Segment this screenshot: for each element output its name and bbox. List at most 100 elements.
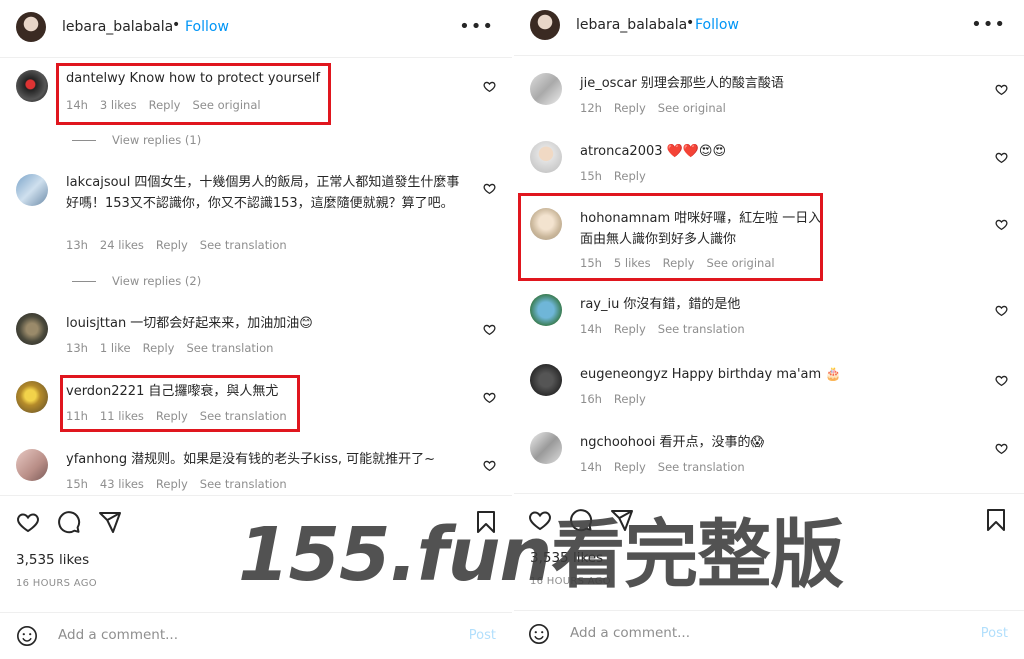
actions-divider (0, 495, 512, 496)
post-header: lebara_balabala • Follow ••• (514, 0, 1024, 56)
post-button[interactable]: Post (469, 628, 496, 643)
comment-text: 你沒有錯，錯的是他 (623, 297, 741, 312)
follow-button[interactable]: Follow (185, 19, 229, 35)
reply-button[interactable]: Reply (614, 460, 646, 474)
comment-time: 15h (66, 477, 88, 491)
see-translation-link[interactable]: See translation (200, 477, 287, 491)
comment-likes[interactable]: 1 like (100, 341, 131, 355)
commenter-username[interactable]: lakcajsoul (66, 175, 130, 190)
comment-likes[interactable]: 24 likes (100, 238, 144, 252)
author-avatar[interactable] (16, 12, 46, 42)
commenter-username[interactable]: atronca2003 (580, 144, 663, 159)
comment-body: louisjttan 一切都会好起来来，加油加油😊 (66, 313, 472, 334)
commenter-avatar[interactable] (16, 70, 48, 102)
comment-text: 别理会那些人的酸言酸语 (640, 76, 784, 91)
likes-count[interactable]: 3,535 likes (16, 552, 89, 568)
commenter-username[interactable]: louisjttan (66, 316, 126, 331)
reply-button[interactable]: Reply (614, 101, 646, 115)
heart-icon[interactable] (995, 83, 1008, 96)
commenter-avatar[interactable] (16, 174, 48, 206)
view-replies-button[interactable]: View replies (1) (72, 133, 201, 147)
heart-icon[interactable] (995, 374, 1008, 387)
comment-input[interactable] (56, 626, 440, 644)
commenter-avatar[interactable] (16, 449, 48, 481)
reply-button[interactable]: Reply (156, 477, 188, 491)
commenter-username[interactable]: jie_oscar (580, 76, 637, 91)
actions-divider (514, 493, 1024, 494)
heart-icon[interactable] (483, 323, 496, 336)
comment-time: 14h (580, 460, 602, 474)
watermark-brand: 155.fun (238, 512, 552, 598)
comment-input[interactable] (568, 624, 952, 642)
see-translation-link[interactable]: See translation (658, 322, 745, 336)
see-translation-link[interactable]: See translation (658, 460, 745, 474)
add-comment-bar: Post (514, 610, 1024, 657)
comment-body: ngchoohooi 看开点，没事的😱 (580, 432, 984, 453)
author-avatar[interactable] (530, 10, 560, 40)
comment-meta: 14h Reply See translation (580, 322, 757, 336)
share-icon[interactable] (98, 510, 122, 534)
reply-button[interactable]: Reply (143, 341, 175, 355)
commenter-username[interactable]: ngchoohooi (580, 435, 656, 450)
heart-icon[interactable] (483, 80, 496, 93)
commenter-avatar[interactable] (16, 381, 48, 413)
comment-body: atronca2003 ❤️❤️😍😍 (580, 141, 984, 162)
see-original-link[interactable]: See original (658, 101, 726, 115)
commenter-avatar[interactable] (530, 294, 562, 326)
heart-icon[interactable] (995, 151, 1008, 164)
comment-time: 13h (66, 341, 88, 355)
author-username[interactable]: lebara_balabala (62, 19, 173, 35)
comment-text: 看开点，没事的😱 (659, 435, 765, 450)
comment-text: Happy birthday ma'am 🎂 (671, 367, 842, 382)
see-translation-link[interactable]: See translation (186, 341, 273, 355)
comment-meta: 16h Reply (580, 392, 658, 406)
heart-icon[interactable] (995, 304, 1008, 317)
header-separator: • (686, 15, 695, 31)
post-button[interactable]: Post (981, 626, 1008, 641)
comment-meta: 13h 24 likes Reply See translation (66, 238, 299, 252)
post-header: lebara_balabala • Follow ••• (0, 0, 512, 56)
reply-button[interactable]: Reply (614, 322, 646, 336)
comment-meta: 14h Reply See translation (580, 460, 757, 474)
emoji-icon[interactable] (16, 625, 38, 647)
commenter-username[interactable]: ray_iu (580, 297, 619, 312)
comment-text: 潜规则。如果是没有钱的老头子kiss, 可能就推开了~ (131, 452, 436, 467)
heart-icon[interactable] (483, 459, 496, 472)
more-icon[interactable]: ••• (459, 16, 494, 37)
heart-icon[interactable] (16, 510, 40, 534)
commenter-username[interactable]: yfanhong (66, 452, 127, 467)
comment-meta: 13h 1 like Reply See translation (66, 341, 285, 355)
comment-likes[interactable]: 43 likes (100, 477, 144, 491)
commenter-avatar[interactable] (16, 313, 48, 345)
reply-button[interactable]: Reply (614, 392, 646, 406)
commenter-avatar[interactable] (530, 364, 562, 396)
more-icon[interactable]: ••• (971, 14, 1006, 35)
see-translation-link[interactable]: See translation (200, 238, 287, 252)
highlight-box (518, 193, 823, 281)
comment-time: 12h (580, 101, 602, 115)
author-username[interactable]: lebara_balabala (576, 17, 687, 33)
comment-text: ❤️❤️😍😍 (666, 144, 726, 159)
reply-button[interactable]: Reply (156, 238, 188, 252)
add-comment-bar: Post (0, 612, 512, 659)
comment-body: jie_oscar 别理会那些人的酸言酸语 (580, 73, 984, 94)
heart-icon[interactable] (483, 182, 496, 195)
reply-button[interactable]: Reply (614, 169, 646, 183)
commenter-avatar[interactable] (530, 432, 562, 464)
comment-time: 13h (66, 238, 88, 252)
highlight-box (56, 63, 331, 125)
header-divider (0, 57, 512, 58)
bookmark-icon[interactable] (984, 508, 1008, 532)
comment-icon[interactable] (57, 510, 81, 534)
heart-icon[interactable] (995, 442, 1008, 455)
heart-icon[interactable] (483, 391, 496, 404)
commenter-username[interactable]: eugeneongyz (580, 367, 668, 382)
heart-icon[interactable] (995, 218, 1008, 231)
follow-button[interactable]: Follow (695, 17, 739, 33)
watermark-suffix: 看完整版 (551, 512, 844, 598)
watermark-overlay: 155.fun看完整版 (238, 510, 844, 600)
emoji-icon[interactable] (528, 623, 550, 645)
commenter-avatar[interactable] (530, 141, 562, 173)
commenter-avatar[interactable] (530, 73, 562, 105)
view-replies-button[interactable]: View replies (2) (72, 274, 201, 288)
